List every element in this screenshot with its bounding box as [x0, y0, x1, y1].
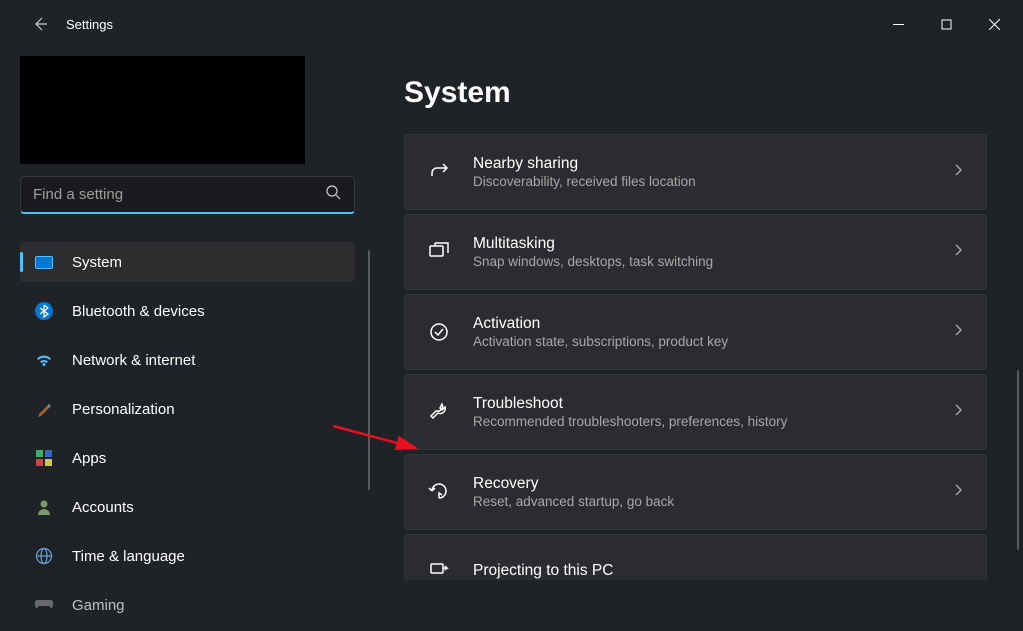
sidebar-item-time-language[interactable]: Time & language — [20, 536, 355, 576]
recovery-icon — [427, 480, 451, 504]
chevron-right-icon — [952, 323, 964, 341]
window-controls — [875, 6, 1017, 42]
nav-label: Personalization — [72, 401, 175, 418]
card-multitasking[interactable]: Multitasking Snap windows, desktops, tas… — [404, 214, 987, 290]
settings-cards: Nearby sharing Discoverability, received… — [404, 134, 987, 580]
chevron-right-icon — [952, 163, 964, 181]
titlebar: Settings — [0, 0, 1023, 48]
card-title: Activation — [473, 315, 952, 333]
chevron-right-icon — [952, 243, 964, 261]
project-icon — [427, 556, 451, 580]
card-nearby-sharing[interactable]: Nearby sharing Discoverability, received… — [404, 134, 987, 210]
person-icon — [34, 497, 54, 517]
sidebar: System Bluetooth & devices Network & int… — [0, 48, 360, 631]
gamepad-icon — [34, 595, 54, 615]
chevron-right-icon — [952, 483, 964, 501]
sidebar-item-gaming[interactable]: Gaming — [20, 585, 355, 625]
minimize-icon — [893, 19, 904, 30]
maximize-icon — [941, 19, 952, 30]
sidebar-item-bluetooth[interactable]: Bluetooth & devices — [20, 291, 355, 331]
card-projecting[interactable]: Projecting to this PC — [404, 534, 987, 580]
close-icon — [989, 19, 1000, 30]
sidebar-item-system[interactable]: System — [20, 242, 355, 282]
search-input[interactable] — [20, 176, 355, 214]
back-button[interactable] — [20, 4, 60, 44]
card-title: Multitasking — [473, 235, 952, 253]
card-recovery[interactable]: Recovery Reset, advanced startup, go bac… — [404, 454, 987, 530]
sidebar-item-personalization[interactable]: Personalization — [20, 389, 355, 429]
windows-icon — [427, 240, 451, 264]
card-subtitle: Discoverability, received files location — [473, 174, 952, 189]
monitor-icon — [34, 252, 54, 272]
minimize-button[interactable] — [875, 6, 921, 42]
check-circle-icon — [427, 320, 451, 344]
wifi-icon — [34, 350, 54, 370]
nav-label: System — [72, 254, 122, 271]
sidebar-item-accounts[interactable]: Accounts — [20, 487, 355, 527]
card-title: Projecting to this PC — [473, 562, 964, 580]
app-title: Settings — [66, 17, 113, 32]
card-subtitle: Recommended troubleshooters, preferences… — [473, 414, 952, 429]
search-box — [20, 176, 355, 214]
card-subtitle: Activation state, subscriptions, product… — [473, 334, 952, 349]
card-title: Troubleshoot — [473, 395, 952, 413]
maximize-button[interactable] — [923, 6, 969, 42]
card-subtitle: Snap windows, desktops, task switching — [473, 254, 952, 269]
bluetooth-icon — [34, 301, 54, 321]
nav-label: Apps — [72, 450, 106, 467]
card-activation[interactable]: Activation Activation state, subscriptio… — [404, 294, 987, 370]
globe-icon — [34, 546, 54, 566]
content-scrollbar[interactable] — [1017, 370, 1019, 550]
user-info-placeholder — [20, 56, 305, 164]
close-button[interactable] — [971, 6, 1017, 42]
sidebar-item-network[interactable]: Network & internet — [20, 340, 355, 380]
nav-label: Time & language — [72, 548, 185, 565]
search-icon — [326, 185, 341, 205]
chevron-right-icon — [952, 403, 964, 421]
card-subtitle: Reset, advanced startup, go back — [473, 494, 952, 509]
card-troubleshoot[interactable]: Troubleshoot Recommended troubleshooters… — [404, 374, 987, 450]
wrench-icon — [427, 400, 451, 424]
card-title: Nearby sharing — [473, 155, 952, 173]
sidebar-nav: System Bluetooth & devices Network & int… — [20, 242, 356, 631]
sidebar-item-apps[interactable]: Apps — [20, 438, 355, 478]
nav-label: Network & internet — [72, 352, 195, 369]
back-arrow-icon — [32, 16, 48, 32]
apps-icon — [34, 448, 54, 468]
page-title: System — [404, 76, 987, 110]
brush-icon — [34, 399, 54, 419]
nav-label: Gaming — [72, 597, 125, 614]
nav-label: Accounts — [72, 499, 134, 516]
share-icon — [427, 160, 451, 184]
nav-label: Bluetooth & devices — [72, 303, 205, 320]
card-title: Recovery — [473, 475, 952, 493]
content-area: System Nearby sharing Discoverability, r… — [360, 48, 1023, 631]
